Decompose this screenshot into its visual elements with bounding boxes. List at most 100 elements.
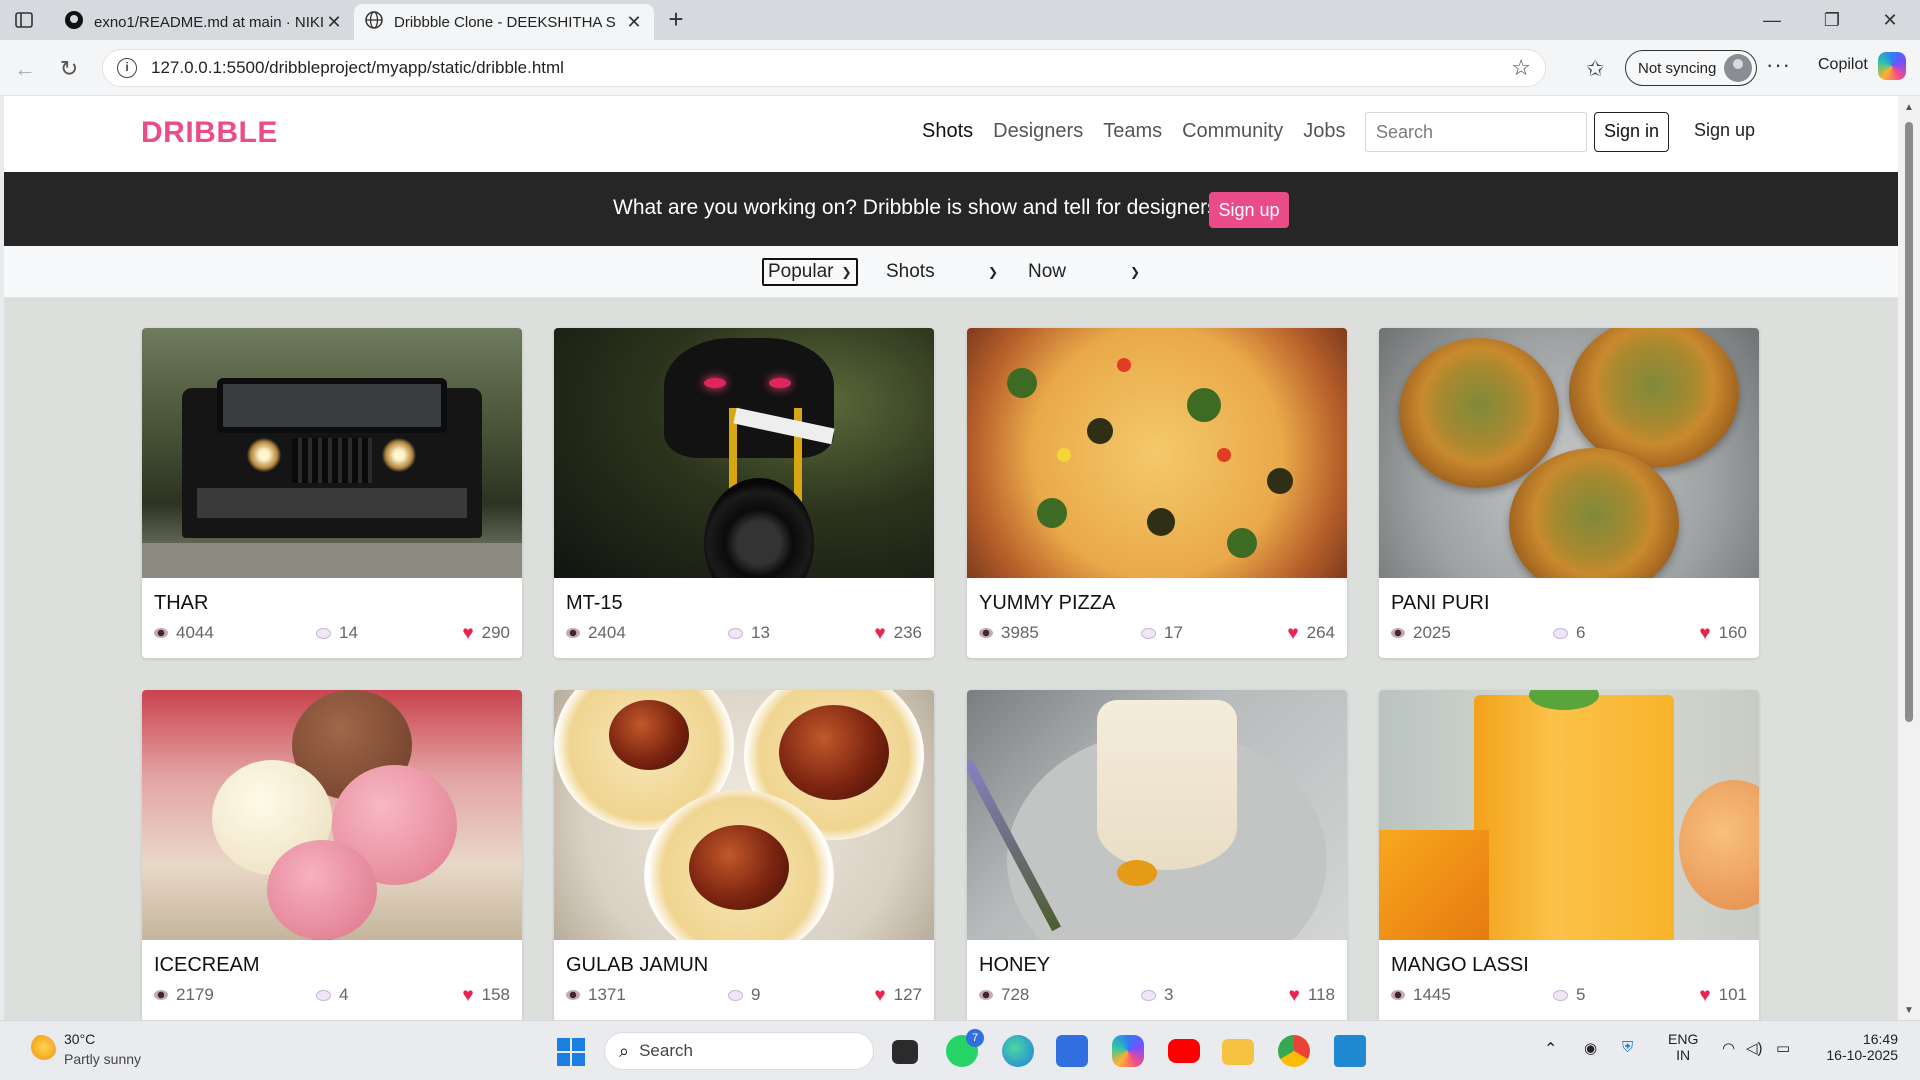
- shot-stats: 728 3 ♥ 118: [979, 985, 1335, 1007]
- heart-icon[interactable]: ♥: [1699, 986, 1710, 1005]
- system-clock[interactable]: 16:49 16-10-2025: [1818, 1031, 1898, 1063]
- shot-image-gulab-jamun[interactable]: [554, 690, 934, 940]
- type-select[interactable]: Shots ❯: [886, 258, 998, 286]
- sign-up-link[interactable]: Sign up: [1694, 120, 1755, 141]
- heart-icon[interactable]: ♥: [462, 986, 473, 1005]
- edge-icon[interactable]: [1002, 1035, 1034, 1067]
- page-scrollbar[interactable]: ▲ ▼: [1898, 96, 1920, 1020]
- avatar: [1724, 54, 1752, 82]
- profile-sync-button[interactable]: Not syncing: [1625, 50, 1757, 86]
- shot-image-pani-puri[interactable]: [1379, 328, 1759, 578]
- security-icon[interactable]: ⛨: [1622, 1039, 1633, 1056]
- nav-community[interactable]: Community: [1182, 120, 1283, 143]
- language-indicator[interactable]: ENG IN: [1668, 1031, 1698, 1063]
- shot-title[interactable]: MANGO LASSI: [1391, 954, 1529, 977]
- sign-in-button[interactable]: Sign in: [1594, 112, 1669, 152]
- shot-card[interactable]: THAR 4044 14 ♥ 290: [142, 328, 522, 658]
- heart-icon[interactable]: ♥: [462, 624, 473, 643]
- shot-card[interactable]: HONEY 728 3 ♥ 118: [967, 690, 1347, 1020]
- site-info-icon[interactable]: i: [117, 58, 137, 78]
- shot-title[interactable]: HONEY: [979, 954, 1050, 977]
- wifi-icon[interactable]: ◠: [1722, 1039, 1735, 1057]
- refresh-icon[interactable]: ↻: [54, 54, 84, 84]
- search-input[interactable]: [1365, 112, 1587, 152]
- shot-title[interactable]: PANI PURI: [1391, 592, 1490, 615]
- vscode-icon[interactable]: [1334, 1035, 1366, 1067]
- battery-icon[interactable]: ▭: [1776, 1039, 1790, 1057]
- address-bar[interactable]: i 127.0.0.1:5500/dribbleproject/myapp/st…: [102, 49, 1546, 87]
- whatsapp-icon[interactable]: 7: [946, 1029, 984, 1067]
- back-icon[interactable]: ←: [10, 54, 40, 84]
- task-view-icon[interactable]: [892, 1040, 918, 1064]
- file-explorer-icon[interactable]: [1222, 1039, 1254, 1065]
- shot-title[interactable]: GULAB JAMUN: [566, 954, 708, 977]
- banner-sign-up-button[interactable]: Sign up: [1209, 192, 1289, 228]
- windows-start-icon[interactable]: [557, 1038, 585, 1066]
- youtube-icon[interactable]: [1168, 1039, 1200, 1063]
- time-select[interactable]: Now ❯: [1028, 258, 1140, 286]
- copilot-app-icon[interactable]: [1112, 1035, 1144, 1067]
- shot-card[interactable]: PANI PURI 2025 6 ♥ 160: [1379, 328, 1759, 658]
- shot-title[interactable]: ICECREAM: [154, 954, 260, 977]
- comment-icon: [316, 627, 331, 639]
- restore-icon[interactable]: ❐: [1812, 6, 1852, 34]
- shot-card[interactable]: ICECREAM 2179 4 ♥ 158: [142, 690, 522, 1020]
- weather-condition[interactable]: Partly sunny: [64, 1051, 141, 1067]
- favorite-star-icon[interactable]: ☆: [1511, 55, 1531, 81]
- shot-title[interactable]: THAR: [154, 592, 208, 615]
- nav-shots[interactable]: Shots: [922, 120, 973, 143]
- sort-select[interactable]: Popular ❯: [762, 258, 858, 286]
- weather-temperature[interactable]: 30°C: [64, 1031, 95, 1047]
- network-status-icon[interactable]: ◉: [1584, 1039, 1597, 1057]
- copilot-icon[interactable]: [1878, 52, 1906, 80]
- heart-icon[interactable]: ♥: [874, 624, 885, 643]
- show-hidden-icons-icon[interactable]: ⌃: [1544, 1039, 1557, 1059]
- close-window-icon[interactable]: ✕: [1870, 6, 1910, 34]
- shot-card[interactable]: GULAB JAMUN 1371 9 ♥ 127: [554, 690, 934, 1020]
- shot-image-thar[interactable]: [142, 328, 522, 578]
- heart-icon[interactable]: ♥: [1699, 624, 1710, 643]
- heart-icon[interactable]: ♥: [1289, 986, 1300, 1005]
- shot-card[interactable]: MANGO LASSI 1445 5 ♥ 101: [1379, 690, 1759, 1020]
- volume-icon[interactable]: ◁): [1746, 1039, 1763, 1057]
- scroll-up-icon[interactable]: ▲: [1902, 102, 1916, 113]
- nav-jobs[interactable]: Jobs: [1303, 120, 1345, 143]
- tab-dribbble-clone[interactable]: Dribbble Clone - DEEKSHITHA S ✕: [354, 4, 654, 40]
- nav-designers[interactable]: Designers: [993, 120, 1083, 143]
- shot-title[interactable]: MT-15: [566, 592, 623, 615]
- views-icon: [1391, 628, 1405, 638]
- shot-title[interactable]: YUMMY PIZZA: [979, 592, 1115, 615]
- likes-count: 160: [1718, 623, 1747, 642]
- site-logo[interactable]: DRIBBLE: [141, 116, 278, 150]
- heart-icon[interactable]: ♥: [1287, 624, 1298, 643]
- copilot-label[interactable]: Copilot: [1818, 56, 1868, 74]
- close-icon[interactable]: ✕: [624, 12, 644, 33]
- minimize-icon[interactable]: —: [1752, 6, 1792, 34]
- weather-icon[interactable]: [26, 1035, 56, 1065]
- shot-image-pizza[interactable]: [967, 328, 1347, 578]
- heart-icon[interactable]: ♥: [874, 986, 885, 1005]
- store-icon[interactable]: [1056, 1035, 1088, 1067]
- scroll-down-icon[interactable]: ▼: [1902, 1005, 1916, 1016]
- shot-card[interactable]: MT-15 2404 13 ♥ 236: [554, 328, 934, 658]
- taskbar-search-label: Search: [639, 1041, 693, 1060]
- windows-taskbar: 30°C Partly sunny ⌕ Search 7 ⌃ ◉ ⛨ ENG I…: [0, 1020, 1920, 1080]
- shot-image-icecream[interactable]: [142, 690, 522, 940]
- shot-image-mt15[interactable]: [554, 328, 934, 578]
- close-icon[interactable]: ✕: [324, 12, 344, 33]
- tab-github[interactable]: exno1/README.md at main · NIKI ✕: [54, 4, 354, 40]
- tab-actions-icon[interactable]: [6, 6, 42, 34]
- favorites-icon[interactable]: ✩: [1586, 56, 1604, 82]
- nav-teams[interactable]: Teams: [1103, 120, 1162, 143]
- shot-image-honey[interactable]: [967, 690, 1347, 940]
- taskbar-search[interactable]: ⌕ Search: [604, 1032, 874, 1070]
- more-options-icon[interactable]: ···: [1766, 52, 1791, 78]
- main-nav: Shots Designers Teams Community Jobs: [922, 120, 1346, 143]
- shot-image-mango-lassi[interactable]: [1379, 690, 1759, 940]
- url-text[interactable]: 127.0.0.1:5500/dribbleproject/myapp/stat…: [151, 58, 1511, 78]
- shot-card[interactable]: YUMMY PIZZA 3985 17 ♥ 264: [967, 328, 1347, 658]
- new-tab-button[interactable]: +: [662, 6, 690, 34]
- likes-count: 158: [481, 985, 510, 1004]
- chrome-icon[interactable]: [1278, 1035, 1310, 1067]
- scrollbar-thumb[interactable]: [1905, 122, 1913, 722]
